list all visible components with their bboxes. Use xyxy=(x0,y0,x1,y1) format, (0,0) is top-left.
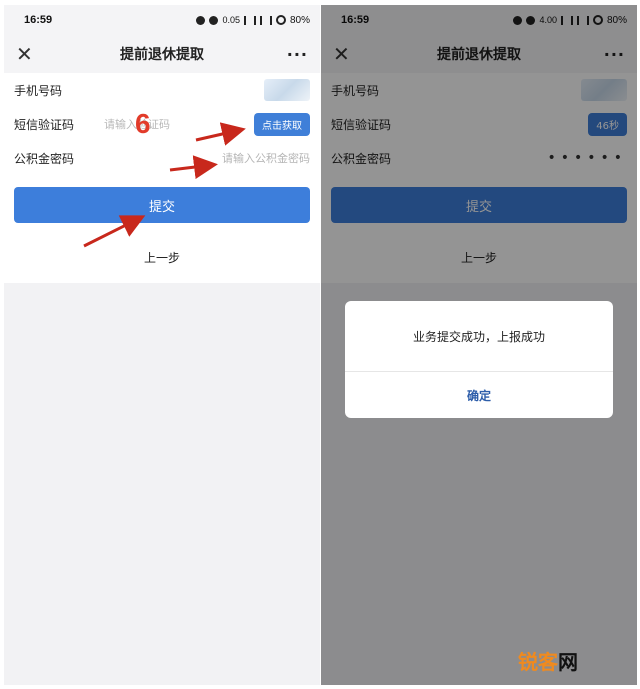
phone-row: 手机号码 xyxy=(14,73,310,107)
empty-area xyxy=(4,283,320,683)
password-label: 公积金密码 xyxy=(14,151,75,166)
sms-row: 短信验证码 请输入验证码 点击获取 xyxy=(14,107,310,141)
dialog-message: 业务提交成功，上报成功 xyxy=(345,301,613,372)
submit-area: 提交 xyxy=(4,175,320,223)
prev-area: 上一步 xyxy=(4,223,320,283)
status-bar: 16:59 0.05 80% xyxy=(4,5,320,35)
phone-screen-left: 16:59 0.05 80% ✕ 提前退休提取 ··· 手机号码 短信验证码 请… xyxy=(4,5,320,685)
watermark-part2: 网 xyxy=(558,650,578,674)
status-time: 16:59 xyxy=(24,14,53,26)
success-dialog: 业务提交成功，上报成功 确定 xyxy=(345,301,613,418)
phone-screen-right: 16:59 4.00 80% ✕ 提前退休提取 ··· 手机号码 短信验证码 4… xyxy=(321,5,637,685)
signal-icon xyxy=(243,15,256,25)
confirm-button[interactable]: 确定 xyxy=(345,372,613,418)
screenshot-composite: 16:59 0.05 80% ✕ 提前退休提取 ··· 手机号码 短信验证码 请… xyxy=(0,0,640,689)
password-input[interactable]: 请输入公积金密码 xyxy=(104,150,310,166)
status-icons: 0.05 80% xyxy=(196,15,310,26)
signal-icon xyxy=(259,15,272,25)
get-code-button[interactable]: 点击获取 xyxy=(254,112,310,136)
password-row: 公积金密码 请输入公积金密码 xyxy=(14,141,310,175)
alarm-icon xyxy=(196,15,206,25)
battery-level: 80% xyxy=(289,14,310,26)
watermark-part1: 锐客 xyxy=(518,650,558,674)
watermark-logo: 锐客网 xyxy=(518,646,578,675)
mute-icon xyxy=(209,15,219,25)
sms-label: 短信验证码 xyxy=(14,117,75,132)
more-menu-icon[interactable]: ··· xyxy=(284,45,308,64)
step-number-annotation: 6 xyxy=(135,108,151,139)
title-bar: ✕ 提前退休提取 ··· xyxy=(4,35,320,73)
phone-value-blurred xyxy=(264,79,310,101)
page-title: 提前退休提取 xyxy=(120,47,204,63)
withdraw-form: 手机号码 短信验证码 请输入验证码 点击获取 公积金密码 请输入公积金密码 xyxy=(4,73,320,175)
battery-ring-icon xyxy=(275,15,286,25)
sms-code-input[interactable]: 请输入验证码 xyxy=(104,116,254,132)
phone-label: 手机号码 xyxy=(14,83,63,98)
close-icon[interactable]: ✕ xyxy=(16,42,40,66)
submit-button[interactable]: 提交 xyxy=(14,187,310,223)
prev-step-link[interactable]: 上一步 xyxy=(144,251,180,265)
network-speed: 0.05 xyxy=(222,15,240,25)
